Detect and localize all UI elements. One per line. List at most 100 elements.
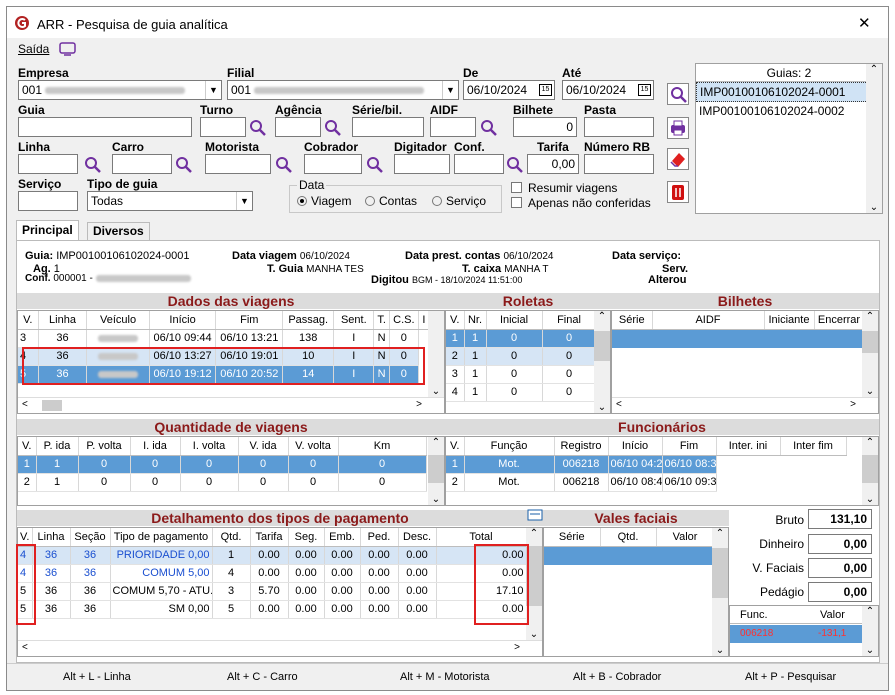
column-header[interactable]: C.S. bbox=[389, 311, 419, 330]
menu-exit[interactable]: Saída bbox=[18, 42, 49, 56]
delete-button[interactable] bbox=[667, 181, 689, 203]
ate-date-input[interactable]: 06/10/2024 15 bbox=[562, 80, 654, 100]
column-header[interactable]: Seção bbox=[70, 528, 111, 547]
scrollbar[interactable]: ⌃ ⌄ bbox=[862, 311, 878, 397]
search-icon[interactable] bbox=[480, 119, 498, 137]
column-header[interactable]: I. volta bbox=[180, 437, 239, 456]
func-grid[interactable]: V. Função Registro Início Fim Inter. ini Inter… bbox=[445, 436, 879, 506]
carro-input[interactable] bbox=[112, 154, 172, 174]
column-header[interactable]: V. bbox=[446, 437, 465, 456]
cobrador-input[interactable] bbox=[304, 154, 362, 174]
table-row[interactable]: 2Mot.00621806/10 08:4806/10 09:31 bbox=[446, 473, 846, 492]
empresa-select[interactable]: 001 ▼ bbox=[18, 80, 222, 100]
column-header[interactable]: Sent. bbox=[333, 311, 375, 330]
bilhetes-grid[interactable]: Série AIDF Iniciante Encerrar ⌃ ⌄ < > bbox=[611, 310, 879, 414]
search-icon[interactable] bbox=[84, 156, 102, 174]
column-header[interactable]: Fim bbox=[662, 437, 717, 456]
de-date-input[interactable]: 06/10/2024 15 bbox=[463, 80, 555, 100]
column-header[interactable]: Emb. bbox=[324, 528, 361, 547]
tipo-guia-select[interactable]: Todas ▼ bbox=[87, 191, 253, 211]
print-button[interactable] bbox=[667, 117, 689, 139]
roletas-grid[interactable]: V. Nr. Inicial Final 1 1 0 0 2 1 0 0 3 1 0 0 4 1 0 0 ⌃ ⌄ bbox=[445, 310, 611, 414]
monitor-icon[interactable] bbox=[59, 42, 76, 56]
guia-item[interactable]: IMP00100106102024-0001 bbox=[696, 82, 882, 102]
column-header[interactable]: P. ida bbox=[36, 437, 79, 456]
search-icon[interactable] bbox=[506, 156, 524, 174]
filial-select[interactable]: 001 ▼ bbox=[227, 80, 459, 100]
search-icon[interactable] bbox=[275, 156, 293, 174]
pag-grid[interactable]: V. Linha Seção Tipo de pagamento Qtd. Tarifa S… bbox=[17, 527, 543, 657]
motorista-input[interactable] bbox=[205, 154, 271, 174]
pasta-input[interactable] bbox=[584, 117, 654, 137]
vales-grid[interactable]: Série Qtd. Valor ⌃ ⌄ bbox=[543, 527, 729, 657]
table-row[interactable]: 4100 bbox=[446, 383, 597, 402]
selected-row[interactable] bbox=[544, 547, 714, 565]
table-row[interactable]: 2100 bbox=[446, 347, 597, 366]
serie-input[interactable] bbox=[352, 117, 424, 137]
column-header[interactable]: Iniciante bbox=[764, 311, 815, 330]
table-row[interactable]: 5 36 36 SM 0,00 5 0.00 0.00 0.00 0.00 0.00 0.00 bbox=[18, 600, 527, 619]
radio-viagem[interactable]: Viagem bbox=[297, 194, 351, 208]
scrollbar[interactable]: < > bbox=[612, 397, 878, 413]
column-header[interactable]: Função bbox=[464, 437, 555, 456]
scrollbar[interactable]: ⌄ bbox=[428, 311, 444, 397]
column-header[interactable]: Desc. bbox=[398, 528, 437, 547]
checkbox-resumir[interactable] bbox=[511, 182, 522, 193]
column-header[interactable]: Tarifa bbox=[250, 528, 289, 547]
scrollbar[interactable]: ⌃ ⌄ bbox=[428, 437, 444, 505]
column-header[interactable]: Tipo de pagamento bbox=[110, 528, 213, 547]
aidf-input[interactable] bbox=[430, 117, 476, 137]
column-header[interactable]: V. bbox=[18, 437, 37, 456]
servico-input[interactable] bbox=[18, 191, 78, 211]
column-header[interactable]: Passag. bbox=[282, 311, 335, 330]
column-header[interactable]: Registro bbox=[554, 437, 609, 456]
column-header[interactable]: Ped. bbox=[360, 528, 399, 547]
tab-principal[interactable]: Principal bbox=[16, 220, 79, 240]
table-row[interactable]: 3 36 06/10 09:44 06/10 13:21 138 I N 0 bbox=[18, 329, 430, 348]
radio-contas[interactable]: Contas bbox=[365, 194, 417, 208]
column-header[interactable]: Nr. bbox=[464, 311, 487, 330]
eraser-button[interactable] bbox=[667, 148, 689, 170]
turno-input[interactable] bbox=[200, 117, 246, 137]
table-row[interactable]: 3100 bbox=[446, 365, 597, 384]
selected-row[interactable] bbox=[612, 330, 864, 348]
search-icon[interactable] bbox=[175, 156, 193, 174]
column-header[interactable]: Série bbox=[544, 528, 601, 547]
column-header[interactable]: T. bbox=[373, 311, 390, 330]
close-button[interactable]: ✕ bbox=[858, 14, 871, 32]
column-header[interactable]: Linha bbox=[32, 528, 71, 547]
column-header[interactable]: V. bbox=[18, 311, 39, 330]
column-header[interactable]: Veículo bbox=[86, 311, 150, 330]
tarifa-input[interactable]: 0,00 bbox=[527, 154, 579, 174]
guia-input[interactable] bbox=[18, 117, 192, 137]
scrollbar[interactable]: ⌃ ⌄ bbox=[866, 64, 882, 213]
column-header[interactable]: AIDF bbox=[652, 311, 765, 330]
column-header[interactable]: Inter fim bbox=[780, 437, 847, 456]
linha-input[interactable] bbox=[18, 154, 78, 174]
search-button[interactable] bbox=[667, 83, 689, 105]
tab-diversos[interactable]: Diversos bbox=[87, 222, 150, 240]
conf-input[interactable] bbox=[454, 154, 504, 174]
func-valor-grid[interactable]: Func. Valor 006218 -131,1 ⌃ ⌄ bbox=[729, 605, 879, 657]
guias-list[interactable]: Guias: 2 IMP00100106102024-0001 IMP00100… bbox=[695, 63, 883, 214]
table-row[interactable]: 1Mot.00621806/10 04:2306/10 08:37 bbox=[446, 455, 846, 474]
radio-servico[interactable]: Serviço bbox=[432, 194, 486, 208]
table-row[interactable]: 11000000 bbox=[18, 455, 427, 474]
agencia-input[interactable] bbox=[275, 117, 321, 137]
scrollbar[interactable]: ⌃ ⌄ bbox=[594, 311, 610, 413]
column-header[interactable]: Final bbox=[542, 311, 597, 330]
guia-item[interactable]: IMP00100106102024-0002 bbox=[696, 102, 882, 122]
column-header[interactable]: Qtd. bbox=[600, 528, 657, 547]
table-row[interactable]: 4 36 36 COMUM 5,00 4 0.00 0.00 0.00 0.00 0.00 0.00 bbox=[18, 564, 527, 583]
checkbox-apenas[interactable] bbox=[511, 197, 522, 208]
column-header[interactable]: Valor bbox=[656, 528, 715, 547]
column-header[interactable]: Km bbox=[338, 437, 427, 456]
column-header[interactable]: Fim bbox=[215, 311, 284, 330]
search-icon[interactable] bbox=[324, 119, 342, 137]
scrollbar[interactable]: < > bbox=[18, 640, 542, 656]
column-header[interactable]: Inter. ini bbox=[716, 437, 781, 456]
column-header[interactable]: Linha bbox=[38, 311, 88, 330]
scrollbar[interactable]: ⌃ ⌄ bbox=[712, 528, 728, 656]
column-header[interactable]: Seg. bbox=[288, 528, 325, 547]
column-header[interactable]: V. ida bbox=[238, 437, 289, 456]
